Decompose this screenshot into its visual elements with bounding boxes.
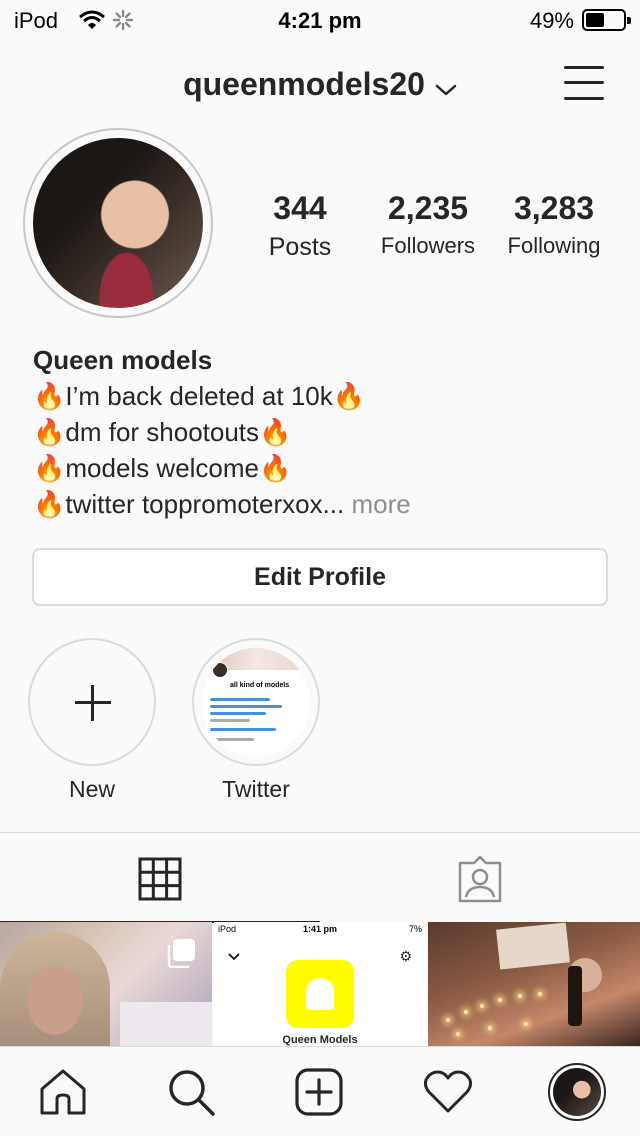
avatar [553,1068,601,1116]
following-count: 3,283 [513,190,595,226]
post-thumbnail[interactable] [0,922,212,1046]
profile-avatar [33,138,203,308]
highlight-label: New [68,776,115,802]
heart-icon[interactable] [422,1067,473,1117]
username-label: queenmodels20 [183,66,425,102]
bio-line: 🔥I’m back deleted at 10k🔥 [33,381,366,411]
following-label: Following [507,233,601,258]
bio-line: 🔥models welcome🔥 [33,453,292,483]
status-bar: iPod 4:21 pm 49% [0,0,640,40]
chevron-down-icon [228,948,240,966]
search-icon[interactable] [166,1067,216,1117]
highlight-new[interactable]: New [27,638,157,803]
followers-count: 2,235 [387,190,469,226]
battery-icon [582,9,631,31]
profile-stats: 344 Posts 2,235 Followers 3,283 Followin… [250,190,630,270]
edit-profile-button[interactable]: Edit Profile [32,548,608,606]
highlight-label: Twitter [222,776,290,802]
posts-count: 344 [273,190,327,226]
home-icon[interactable] [38,1067,88,1117]
followers-label: Followers [380,233,476,258]
grid-icon[interactable] [138,857,182,901]
bio-line: 🔥dm for shootouts🔥 [33,417,292,447]
snapcode-icon [286,960,354,1028]
stat-following[interactable]: 3,283 Following [494,190,614,259]
new-highlight-circle [28,638,156,766]
gear-icon: ⚙ [399,948,412,964]
twitter-highlight-circle: all kind of models [192,638,320,766]
profile-tabs [0,832,640,923]
mini-time: 1:41 pm [302,924,337,934]
battery-percent: 49% [529,8,574,33]
post-thumbnail[interactable] [428,922,640,1046]
highlight-thumb-text: all kind of models [230,682,290,689]
bio-line-last: 🔥twitter toppromoterxox... more [33,486,613,522]
multiple-photos-icon [166,938,196,969]
profile-bio: Queen models 🔥I’m back deleted at 10k🔥 🔥… [33,342,613,522]
posts-grid: iPod 1:41 pm 7% ⚙ Queen Models [0,922,640,1046]
bio-line-text: 🔥twitter toppromoterxox... [33,489,345,519]
post-thumbnail[interactable]: iPod 1:41 pm 7% ⚙ Queen Models [214,922,426,1046]
add-post-icon[interactable] [294,1067,344,1117]
menu-icon[interactable] [564,64,604,102]
chevron-down-icon [435,68,457,105]
posts-label: Posts [268,233,332,261]
stat-posts[interactable]: 344 Posts [250,190,350,262]
bio-more-link[interactable]: more [352,489,411,519]
profile-tab-avatar[interactable] [548,1063,606,1121]
tagged-icon[interactable] [456,855,504,903]
account-switcher[interactable]: queenmodels20 [0,66,640,105]
highlight-thumbnail: all kind of models [202,648,310,756]
mini-battery: 7% [408,924,422,934]
profile-avatar-ring[interactable] [23,128,213,318]
highlight-twitter[interactable]: all kind of models Twitter [191,638,321,803]
stat-followers[interactable]: 2,235 Followers [368,190,488,259]
bottom-tab-bar [0,1046,640,1136]
post-caption-text: Queen Models [282,1034,358,1046]
display-name: Queen models [33,345,213,375]
profile-header: queenmodels20 [0,52,640,116]
